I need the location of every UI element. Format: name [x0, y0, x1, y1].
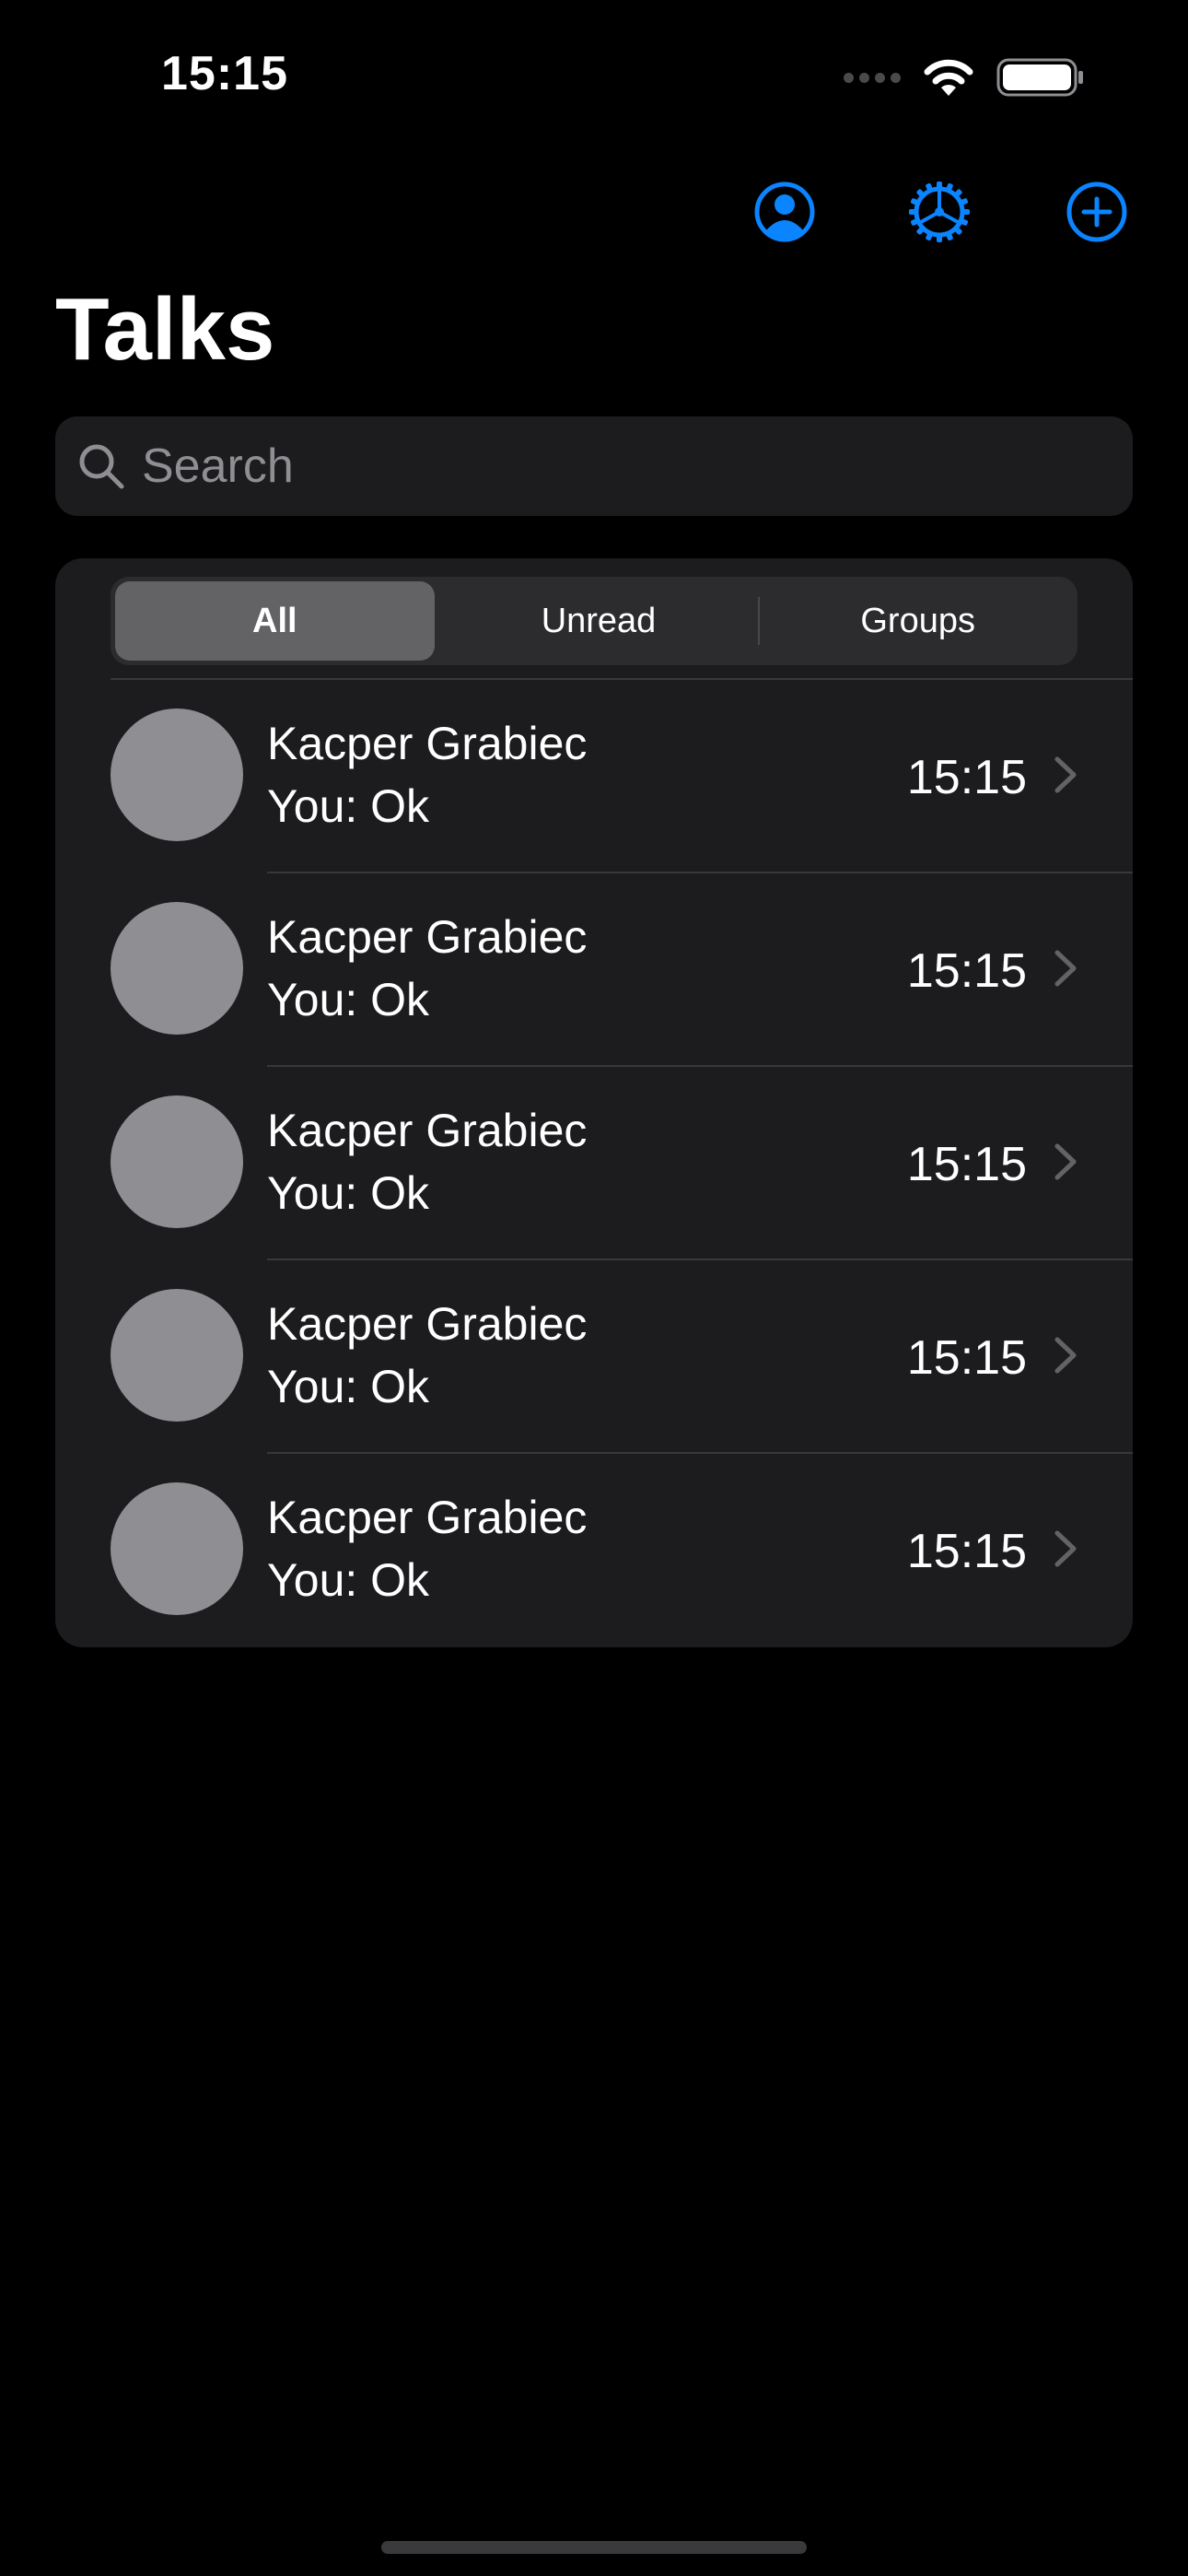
message-preview: You: Ok [267, 1167, 430, 1219]
page-title: Talks [55, 280, 275, 379]
avatar [111, 708, 243, 841]
row-separator [111, 678, 1133, 680]
search-bar[interactable] [55, 416, 1133, 516]
conversation-row[interactable]: Kacper Grabiec You: Ok 15:15 [55, 872, 1133, 1065]
contact-name: Kacper Grabiec [267, 718, 588, 769]
message-time: 15:15 [906, 1525, 1027, 1578]
tab-unread[interactable]: Unread [439, 577, 759, 665]
row-separator [267, 1259, 1133, 1260]
conversation-row[interactable]: Kacper Grabiec You: Ok 15:15 [55, 1452, 1133, 1645]
avatar [111, 1289, 243, 1422]
tab-groups[interactable]: Groups [758, 577, 1077, 665]
status-time: 15:15 [161, 47, 288, 100]
chevron-right-icon [1054, 1143, 1077, 1180]
chevron-right-icon [1054, 756, 1077, 793]
talks-card: All Unread Groups Kacper Grabiec You: Ok… [55, 558, 1133, 1647]
segment-divider [758, 597, 761, 645]
avatar [111, 902, 243, 1035]
tab-all-label: All [252, 601, 297, 640]
message-time: 15:15 [906, 1331, 1027, 1385]
wifi-icon [924, 59, 973, 96]
filter-segmented-control: All Unread Groups [111, 577, 1077, 665]
new-talk-button[interactable] [1065, 180, 1129, 244]
profile-button[interactable] [752, 180, 817, 244]
message-preview: You: Ok [267, 1554, 430, 1606]
person-circle-icon [754, 181, 815, 242]
message-time: 15:15 [906, 1138, 1027, 1191]
message-time: 15:15 [906, 751, 1027, 804]
home-indicator[interactable] [381, 2541, 807, 2554]
chevron-right-icon [1054, 1530, 1077, 1567]
row-separator [267, 1452, 1133, 1454]
tab-groups-label: Groups [860, 601, 975, 640]
search-icon [76, 440, 127, 492]
avatar [111, 1482, 243, 1615]
tab-unread-label: Unread [541, 601, 657, 640]
row-separator [267, 1065, 1133, 1067]
chevron-right-icon [1054, 950, 1077, 987]
settings-button[interactable] [907, 180, 972, 244]
message-preview: You: Ok [267, 974, 430, 1025]
chevron-right-icon [1054, 1337, 1077, 1374]
status-bar: 15:15 [0, 0, 1188, 157]
conversation-row[interactable]: Kacper Grabiec You: Ok 15:15 [55, 678, 1133, 872]
plus-circle-icon [1066, 181, 1127, 242]
contact-name: Kacper Grabiec [267, 911, 588, 963]
tab-all[interactable]: All [115, 581, 435, 661]
contact-name: Kacper Grabiec [267, 1105, 588, 1156]
search-input[interactable] [140, 438, 1065, 495]
contact-name: Kacper Grabiec [267, 1298, 588, 1350]
conversation-row[interactable]: Kacper Grabiec You: Ok 15:15 [55, 1259, 1133, 1452]
cellular-signal-icon [844, 72, 901, 83]
message-preview: You: Ok [267, 1361, 430, 1412]
contact-name: Kacper Grabiec [267, 1492, 588, 1543]
conversation-list: Kacper Grabiec You: Ok 15:15 Kacper Grab… [55, 678, 1133, 1645]
message-preview: You: Ok [267, 780, 430, 832]
avatar [111, 1095, 243, 1228]
status-icons [844, 57, 1085, 98]
row-separator [267, 872, 1133, 873]
message-time: 15:15 [906, 944, 1027, 998]
gear-icon [909, 181, 970, 242]
conversation-row[interactable]: Kacper Grabiec You: Ok 15:15 [55, 1065, 1133, 1259]
battery-icon [996, 58, 1083, 97]
